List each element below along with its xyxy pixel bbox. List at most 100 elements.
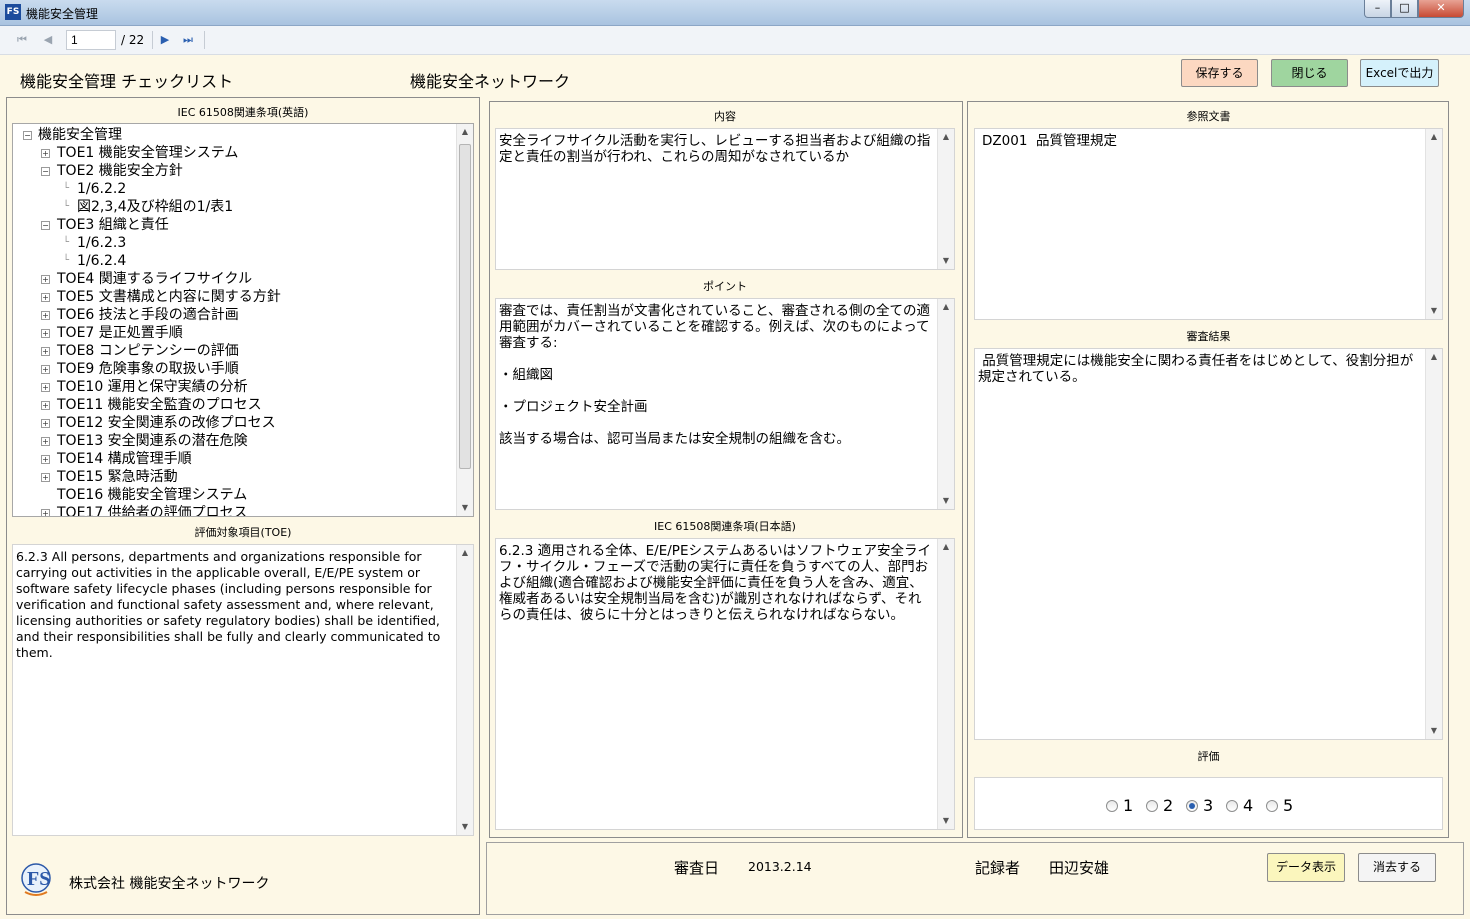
tree-item-label: TOE13 安全関連系の潜在危険 xyxy=(57,433,248,449)
scroll-down-icon[interactable]: ▼ xyxy=(938,493,954,509)
expand-icon[interactable]: + xyxy=(41,401,50,410)
collapse-icon[interactable]: − xyxy=(41,221,50,230)
scroll-down-icon[interactable]: ▼ xyxy=(457,819,473,835)
tree-item[interactable]: − 機能安全管理 xyxy=(13,126,455,144)
tree-item-label: TOE3 組織と責任 xyxy=(57,217,169,233)
scroll-down-icon[interactable]: ▼ xyxy=(1426,723,1442,739)
expand-icon[interactable]: + xyxy=(41,365,50,374)
next-page-icon[interactable]: ▶ xyxy=(157,32,173,48)
point-textbox[interactable]: 審査では、責任割当が文書化されていること、審査される側の全ての適用範囲がカバーさ… xyxy=(495,298,955,510)
scroll-up-icon[interactable]: ▲ xyxy=(457,124,473,140)
tree-item[interactable]: └ 1/6.2.2 xyxy=(13,180,455,198)
tree-item[interactable]: + TOE7 是正処置手順 xyxy=(13,324,455,342)
tree-item[interactable]: − TOE2 機能安全方針 xyxy=(13,162,455,180)
ref-textbox[interactable]: DZ001 品質管理規定 ▲ ▼ xyxy=(974,128,1443,320)
toolbar-divider xyxy=(204,31,205,49)
expand-icon[interactable]: + xyxy=(41,473,50,482)
point-section-label: ポイント xyxy=(703,280,747,293)
last-page-icon[interactable]: ⏭ xyxy=(180,32,196,48)
scroll-up-icon[interactable]: ▲ xyxy=(457,545,473,561)
tree-item[interactable]: + TOE17 供給者の評価プロセス xyxy=(13,504,455,516)
tree-item[interactable]: + TOE6 技法と手段の適合計画 xyxy=(13,306,455,324)
scroll-up-icon[interactable]: ▲ xyxy=(938,129,954,145)
ref-scrollbar[interactable]: ▲ ▼ xyxy=(1425,129,1442,319)
tree-item[interactable]: + TOE10 運用と保守実績の分析 xyxy=(13,378,455,396)
toe-textbox[interactable]: 6.2.3 All persons, departments and organ… xyxy=(12,544,474,836)
expand-icon[interactable]: + xyxy=(41,275,50,284)
erase-button[interactable]: 消去する xyxy=(1358,853,1436,882)
data-display-button[interactable]: データ表示 xyxy=(1267,853,1345,882)
scroll-down-icon[interactable]: ▼ xyxy=(457,500,473,516)
tree-scrollbar[interactable]: ▲ ▼ xyxy=(456,124,473,516)
tree-line-icon: └ xyxy=(63,201,70,212)
page-number-input[interactable] xyxy=(66,30,116,50)
tree-item[interactable]: + TOE8 コンピテンシーの評価 xyxy=(13,342,455,360)
expand-icon[interactable]: + xyxy=(41,149,50,158)
content-section-label: 内容 xyxy=(714,110,736,123)
tree-item[interactable]: + TOE14 構成管理手順 xyxy=(13,450,455,468)
scroll-down-icon[interactable]: ▼ xyxy=(938,253,954,269)
tree-item[interactable]: + TOE5 文書構成と内容に関する方針 xyxy=(13,288,455,306)
toe-scrollbar[interactable]: ▲ ▼ xyxy=(456,545,473,835)
tree-item[interactable]: └ 1/6.2.4 xyxy=(13,252,455,270)
rating-option-5[interactable]: 5 xyxy=(1266,796,1293,815)
content-scrollbar[interactable]: ▲ ▼ xyxy=(937,129,954,269)
expand-icon[interactable]: + xyxy=(41,383,50,392)
rating-option-1[interactable]: 1 xyxy=(1106,796,1133,815)
point-scrollbar[interactable]: ▲ ▼ xyxy=(937,299,954,509)
expand-icon[interactable]: + xyxy=(41,437,50,446)
scroll-up-icon[interactable]: ▲ xyxy=(938,539,954,555)
tree-item[interactable]: + TOE4 関連するライフサイクル xyxy=(13,270,455,288)
tree-item[interactable]: + TOE13 安全関連系の潜在危険 xyxy=(13,432,455,450)
expand-icon[interactable]: + xyxy=(41,455,50,464)
rating-section-label: 評価 xyxy=(1197,750,1220,763)
expand-icon[interactable]: + xyxy=(41,311,50,320)
tree-item[interactable]: + TOE1 機能安全管理システム xyxy=(13,144,455,162)
window-close-button[interactable]: ✕ xyxy=(1418,0,1464,18)
excel-export-button[interactable]: Excelで出力 xyxy=(1360,59,1439,87)
content-textbox[interactable]: 安全ライフサイクル活動を実行し、レビューする担当者および組織の指定と責任の割当が… xyxy=(495,128,955,270)
minimize-button[interactable]: – xyxy=(1364,0,1391,18)
tree-item-label: 1/6.2.4 xyxy=(77,253,127,269)
result-scrollbar[interactable]: ▲ ▼ xyxy=(1425,349,1442,739)
iec-jp-textbox[interactable]: 6.2.3 適用される全体、E/E/PEシステムあるいはソフトウェア安全ライフ・… xyxy=(495,538,955,830)
iec-jp-section-label: IEC 61508関連条項(日本語) xyxy=(654,520,796,533)
scroll-up-icon[interactable]: ▲ xyxy=(1426,129,1442,145)
first-page-icon[interactable]: ⏮ xyxy=(14,32,30,48)
tree-item[interactable]: + TOE12 安全関連系の改修プロセス xyxy=(13,414,455,432)
result-text: 品質管理規定には機能安全に関わる責任者をはじめとして、役割分担が規定されている。 xyxy=(978,353,1414,385)
close-button[interactable]: 閉じる xyxy=(1271,59,1348,87)
prev-page-icon[interactable]: ◀ xyxy=(40,32,56,48)
save-button[interactable]: 保存する xyxy=(1181,59,1258,87)
tree-item[interactable]: └ 図2,3,4及び枠組の1/表1 xyxy=(13,198,455,216)
scroll-up-icon[interactable]: ▲ xyxy=(938,299,954,315)
expand-icon[interactable]: + xyxy=(41,419,50,428)
recorder-label: 記録者 xyxy=(975,859,1021,877)
tree-item[interactable]: TOE16 機能安全管理システム xyxy=(13,486,455,504)
clause-tree[interactable]: − 機能安全管理 + TOE1 機能安全管理システム − TOE2 機能安全方針 └ 1/6.… xyxy=(12,123,474,517)
collapse-icon[interactable]: − xyxy=(41,167,50,176)
tree-item[interactable]: − TOE3 組織と責任 xyxy=(13,216,455,234)
scroll-up-icon[interactable]: ▲ xyxy=(1426,349,1442,365)
scroll-thumb[interactable] xyxy=(459,144,471,469)
tree-item[interactable]: └ 1/6.2.3 xyxy=(13,234,455,252)
tree-item-label: TOE6 技法と手段の適合計画 xyxy=(57,307,239,323)
tree-item[interactable]: + TOE9 危険事象の取扱い手順 xyxy=(13,360,455,378)
window-title: 機能安全管理 xyxy=(26,7,99,21)
scroll-down-icon[interactable]: ▼ xyxy=(1426,303,1442,319)
rating-option-3[interactable]: 3 xyxy=(1186,796,1213,815)
collapse-icon[interactable]: − xyxy=(23,131,32,140)
expand-icon[interactable]: + xyxy=(41,293,50,302)
ref-text: DZ001 品質管理規定 xyxy=(982,133,1117,149)
rating-option-4[interactable]: 4 xyxy=(1226,796,1253,815)
tree-item[interactable]: + TOE11 機能安全監査のプロセス xyxy=(13,396,455,414)
scroll-down-icon[interactable]: ▼ xyxy=(938,813,954,829)
iec-jp-scrollbar[interactable]: ▲ ▼ xyxy=(937,539,954,829)
expand-icon[interactable]: + xyxy=(41,347,50,356)
tree-item[interactable]: + TOE15 緊急時活動 xyxy=(13,468,455,486)
rating-option-2[interactable]: 2 xyxy=(1146,796,1173,815)
expand-icon[interactable]: + xyxy=(41,329,50,338)
result-textbox[interactable]: 品質管理規定には機能安全に関わる責任者をはじめとして、役割分担が規定されている。… xyxy=(974,348,1443,740)
expand-icon[interactable]: + xyxy=(41,509,50,516)
maximize-button[interactable]: □ xyxy=(1391,0,1418,18)
